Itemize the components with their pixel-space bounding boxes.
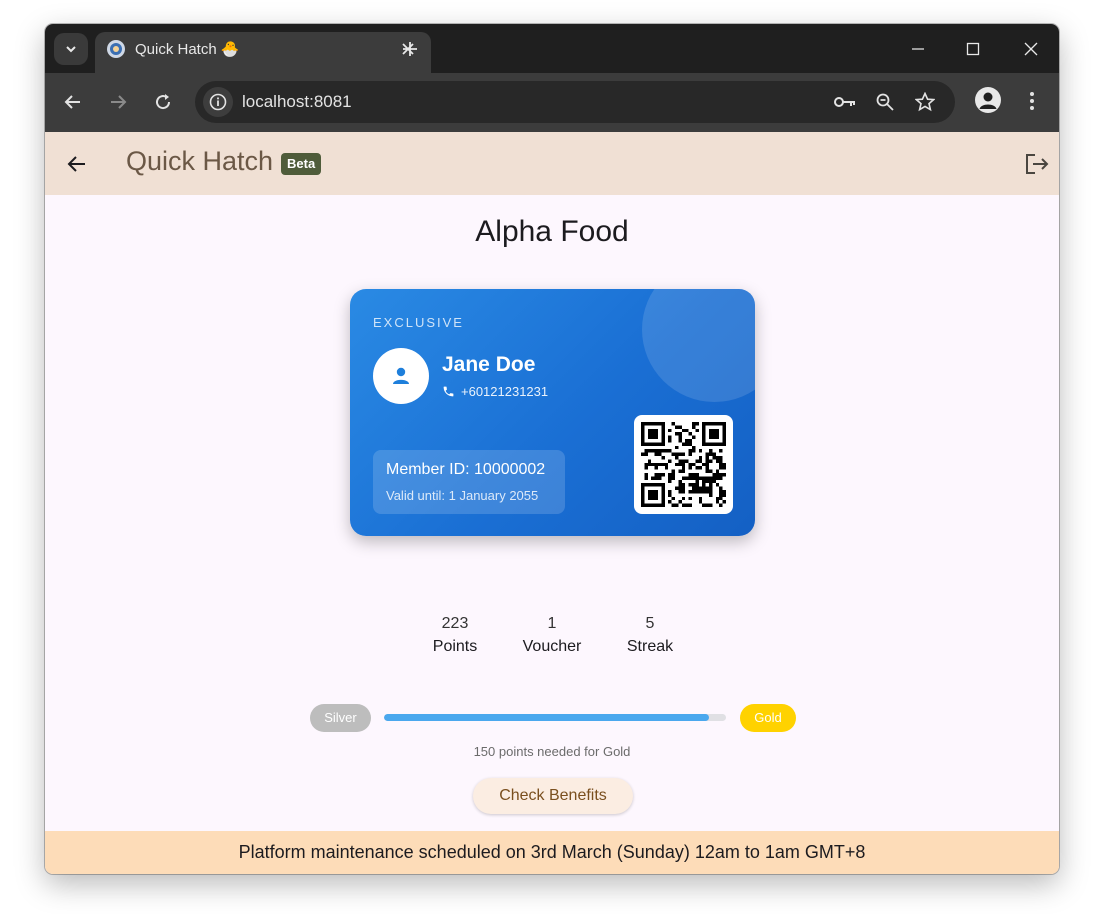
app-bar: Quick Hatch Beta (45, 132, 1059, 195)
main-content: Alpha Food EXCLUSIVE Jane Doe +601212312… (45, 195, 1059, 831)
membership-card: EXCLUSIVE Jane Doe +60121231231 Member I… (350, 289, 755, 536)
stat-value: 223 (441, 615, 469, 632)
reload-icon[interactable] (149, 88, 177, 116)
bookmark-star-icon[interactable] (913, 90, 937, 114)
member-phone-text: +60121231231 (461, 384, 549, 399)
current-tier-badge: Silver (310, 704, 371, 732)
close-window-icon[interactable] (1018, 36, 1044, 62)
stat-label: Streak (626, 638, 674, 655)
chevron-down-icon (66, 46, 76, 53)
new-tab-icon[interactable] (397, 36, 423, 62)
check-benefits-button[interactable]: Check Benefits (473, 778, 633, 814)
back-arrow-icon[interactable] (63, 150, 91, 178)
stat-label: Voucher (522, 638, 582, 655)
person-icon (393, 367, 409, 384)
zoom-icon[interactable] (873, 90, 897, 114)
url-text: localhost:8081 (242, 92, 352, 111)
back-arrow-icon[interactable] (59, 88, 87, 116)
stat-points: 223 Points (405, 615, 505, 656)
maximize-icon[interactable] (960, 36, 986, 62)
card-tier-label: EXCLUSIVE (373, 315, 464, 330)
tab-title: Quick Hatch 🐣 (135, 41, 240, 58)
next-tier-badge: Gold (740, 704, 796, 732)
stat-streak: 5 Streak (600, 615, 700, 656)
tier-progress-fill (384, 714, 709, 721)
tab-search-button[interactable] (54, 33, 88, 65)
tier-progress-bar (384, 714, 726, 721)
avatar (373, 348, 429, 404)
stat-value: 5 (645, 615, 655, 632)
address-bar[interactable]: localhost:8081 (195, 81, 955, 123)
maintenance-banner: Platform maintenance scheduled on 3rd Ma… (45, 831, 1059, 874)
profile-avatar-icon[interactable] (975, 87, 1001, 113)
logout-icon[interactable] (1023, 150, 1051, 178)
stats-row: 223 Points 1 Voucher 5 Streak (45, 615, 1059, 665)
phone-icon (443, 386, 454, 397)
card-decoration (642, 289, 755, 402)
forward-arrow-icon[interactable] (104, 88, 132, 116)
app-title: Quick Hatch (126, 146, 274, 176)
stat-label: Points (432, 638, 478, 655)
member-name: Jane Doe (442, 353, 536, 376)
qr-code[interactable] (634, 415, 733, 514)
favicon-icon (107, 40, 125, 58)
site-info-icon[interactable] (203, 87, 233, 117)
tab-strip: Quick Hatch 🐣 (45, 24, 1059, 73)
stat-value: 1 (547, 615, 557, 632)
browser-tab[interactable]: Quick Hatch 🐣 (95, 32, 431, 73)
stat-voucher: 1 Voucher (502, 615, 602, 656)
member-id: Member ID: 10000002 (386, 461, 546, 478)
valid-until: Valid until: 1 January 2055 (386, 488, 539, 503)
key-icon[interactable] (833, 90, 857, 114)
browser-window: Quick Hatch 🐣 localhost:8081 Quick Hatch… (45, 24, 1059, 874)
qr-code-icon (641, 422, 726, 507)
page-title: Alpha Food (475, 215, 629, 248)
member-phone: +60121231231 (442, 384, 548, 399)
beta-badge: Beta (281, 153, 322, 175)
minimize-icon[interactable] (905, 36, 931, 62)
browser-toolbar: localhost:8081 (45, 73, 1059, 132)
member-id-box: Member ID: 10000002 Valid until: 1 Janua… (373, 450, 565, 514)
kebab-menu-icon[interactable] (1020, 87, 1044, 115)
progress-note: 150 points needed for Gold (473, 744, 631, 759)
